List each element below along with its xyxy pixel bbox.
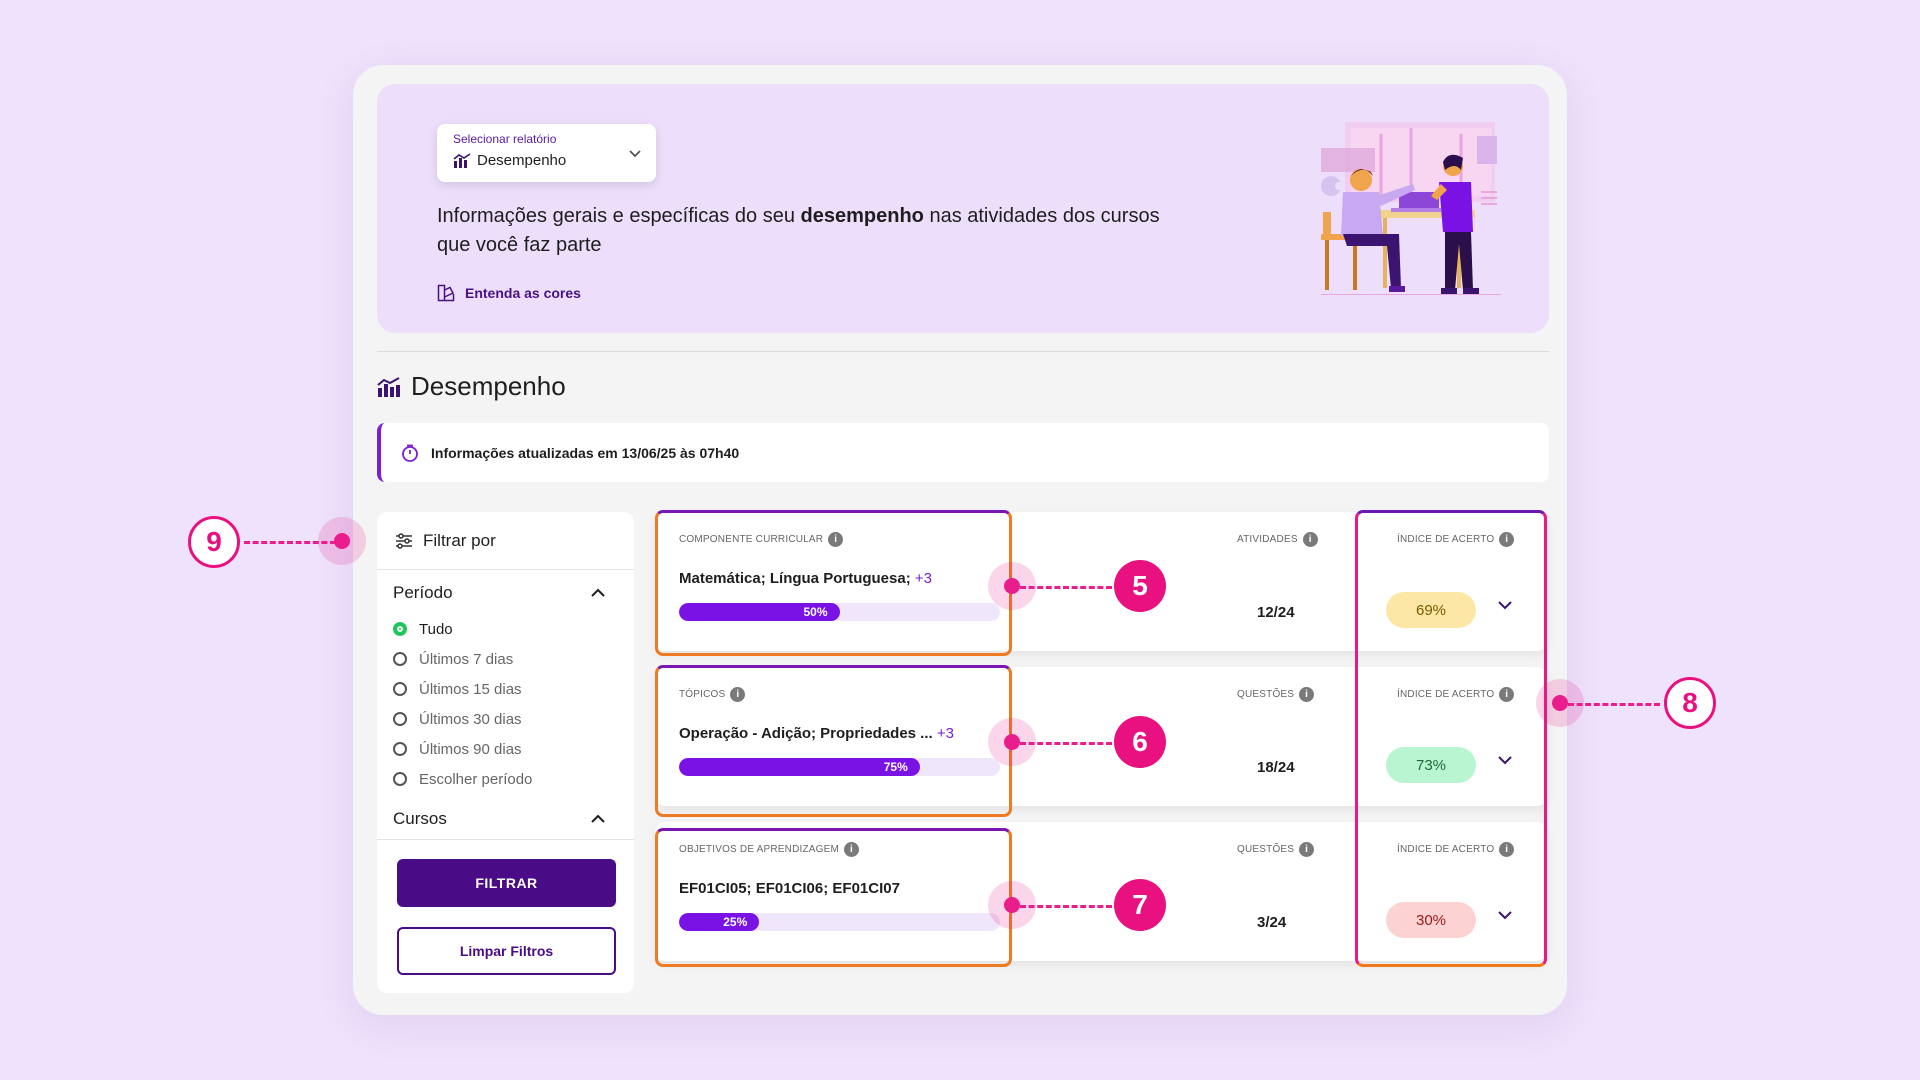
- period-options: Tudo Últimos 7 dias Últimos 15 dias Últi…: [377, 614, 634, 794]
- period-option[interactable]: Últimos 30 dias: [393, 704, 634, 734]
- chart-icon: [453, 152, 471, 168]
- report-select-value: Desempenho: [477, 152, 567, 169]
- radio-icon: [393, 772, 407, 786]
- report-select-caption: Selecionar relatório: [453, 132, 557, 146]
- filter-button[interactable]: FILTRAR: [397, 859, 616, 907]
- chart-icon: [377, 376, 400, 397]
- divider: [377, 351, 1549, 352]
- colors-link[interactable]: Entenda as cores: [437, 284, 581, 302]
- radio-icon: [393, 652, 407, 666]
- info-icon[interactable]: i: [1299, 687, 1315, 702]
- courses-group-toggle[interactable]: Cursos: [377, 798, 634, 840]
- annotation-badge-8: 8: [1664, 677, 1716, 729]
- clear-filters-button[interactable]: Limpar Filtros: [397, 927, 616, 975]
- info-icon[interactable]: i: [1302, 532, 1318, 547]
- palette-icon: [437, 284, 455, 302]
- annotation-badge-9: 9: [188, 516, 240, 568]
- radio-icon: [393, 682, 407, 696]
- period-option[interactable]: Últimos 90 dias: [393, 734, 634, 764]
- highlight-box-component: [655, 510, 1012, 656]
- period-group-toggle[interactable]: Período: [377, 572, 634, 614]
- filter-panel: Filtrar por Período Tudo Últimos 7 dias …: [377, 512, 634, 993]
- count-value: 12/24: [1257, 604, 1295, 621]
- period-label: Período: [393, 583, 453, 602]
- report-select[interactable]: Selecionar relatório Desempenho: [437, 124, 656, 182]
- marker-dot: [318, 517, 366, 565]
- chevron-up-icon: [591, 814, 605, 823]
- connector-line: [1020, 742, 1112, 745]
- highlight-box-index: [1355, 510, 1547, 967]
- radio-icon: [393, 742, 407, 756]
- count-value: 3/24: [1257, 914, 1287, 931]
- annotation-badge-5: 5: [1114, 560, 1166, 612]
- chevron-up-icon: [591, 588, 605, 597]
- count-label-text: QUESTÕES: [1237, 844, 1295, 855]
- count-label-text: ATIVIDADES: [1237, 534, 1298, 545]
- hero-description: Informações gerais e específicas do seu …: [437, 202, 1177, 260]
- period-option-label: Últimos 90 dias: [419, 740, 522, 758]
- count-label: QUESTÕES i: [1237, 842, 1315, 857]
- chevron-down-icon: [629, 150, 641, 158]
- count-label: ATIVIDADES i: [1237, 532, 1318, 547]
- radio-icon: [393, 712, 407, 726]
- info-icon[interactable]: i: [1299, 842, 1315, 857]
- period-option-label: Últimos 30 dias: [419, 710, 522, 728]
- count-value: 18/24: [1257, 759, 1295, 776]
- description-text: Informações gerais e específicas do seu: [437, 205, 801, 227]
- section-title: Desempenho: [377, 371, 566, 402]
- people-illustration: [1321, 122, 1501, 295]
- highlight-box-objectives: [655, 828, 1012, 967]
- annotation-badge-6: 6: [1114, 716, 1166, 768]
- courses-label: Cursos: [393, 808, 447, 828]
- description-bold: desempenho: [800, 205, 924, 227]
- period-option[interactable]: Últimos 15 dias: [393, 674, 634, 704]
- filter-header: Filtrar por: [377, 512, 634, 570]
- connector-line: [1020, 905, 1112, 908]
- highlight-box-topics: [655, 665, 1012, 817]
- hero-banner: Selecionar relatório Desempenho Informaç…: [377, 84, 1549, 333]
- update-info-text: Informações atualizadas em 13/06/25 às 0…: [431, 444, 740, 461]
- count-label-text: QUESTÕES: [1237, 689, 1295, 700]
- connector-line: [1020, 586, 1112, 589]
- radio-icon: [393, 622, 407, 636]
- period-option-label: Últimos 15 dias: [419, 680, 522, 698]
- period-option[interactable]: Tudo: [393, 614, 634, 644]
- section-title-label: Desempenho: [411, 371, 566, 401]
- period-option[interactable]: Escolher período: [393, 764, 634, 794]
- filter-title: Filtrar por: [423, 530, 496, 550]
- timer-icon: [402, 444, 418, 462]
- connector-line: [1568, 703, 1660, 706]
- sliders-icon: [396, 532, 412, 549]
- period-option[interactable]: Últimos 7 dias: [393, 644, 634, 674]
- count-label: QUESTÕES i: [1237, 687, 1315, 702]
- period-option-label: Escolher período: [419, 770, 533, 788]
- update-info-bar: Informações atualizadas em 13/06/25 às 0…: [377, 423, 1549, 482]
- period-option-label: Tudo: [419, 620, 453, 638]
- colors-link-label: Entenda as cores: [465, 285, 581, 301]
- period-option-label: Últimos 7 dias: [419, 650, 514, 668]
- annotation-badge-7: 7: [1114, 879, 1166, 931]
